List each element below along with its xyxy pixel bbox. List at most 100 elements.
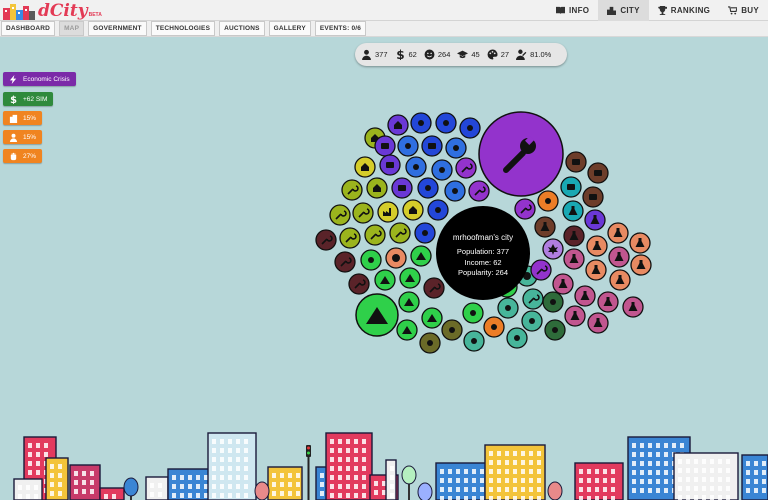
building-bubble[interactable] bbox=[341, 179, 363, 201]
building-bubble[interactable] bbox=[544, 319, 566, 341]
building-bubble[interactable] bbox=[521, 310, 543, 332]
dollar-icon: $ bbox=[10, 95, 17, 104]
building-bubble[interactable] bbox=[374, 269, 396, 291]
building-bubble[interactable] bbox=[622, 296, 644, 318]
building-bubble[interactable] bbox=[402, 199, 424, 221]
building-bubble[interactable] bbox=[497, 297, 519, 319]
building-bubble[interactable] bbox=[445, 137, 467, 159]
building-bubble[interactable] bbox=[587, 312, 609, 334]
building-bubble[interactable] bbox=[417, 177, 439, 199]
building-bubble[interactable] bbox=[562, 200, 584, 222]
building-bubble[interactable] bbox=[423, 277, 445, 299]
building-bubble[interactable] bbox=[315, 229, 337, 251]
building-bubble[interactable] bbox=[587, 162, 609, 184]
svg-text:$: $ bbox=[10, 95, 17, 104]
building-bubble[interactable] bbox=[506, 327, 528, 349]
building-bubble[interactable] bbox=[563, 225, 585, 247]
large-wrench-bubble[interactable] bbox=[478, 111, 564, 197]
building-bubble[interactable] bbox=[574, 285, 596, 307]
building-bubble[interactable] bbox=[534, 216, 556, 238]
stat-population: 377 bbox=[361, 49, 388, 60]
building-bubble[interactable] bbox=[629, 232, 651, 254]
city-skyline-illustration bbox=[13, 432, 768, 500]
building-bubble[interactable] bbox=[483, 316, 505, 338]
building-bubble[interactable] bbox=[329, 204, 351, 226]
badge-label: +62 SIM bbox=[23, 95, 48, 103]
building-bubble[interactable] bbox=[421, 135, 443, 157]
building-bubble[interactable] bbox=[564, 305, 586, 327]
city-income: Income: 62 bbox=[464, 257, 502, 267]
city-summary: Population: 377 Income: 62 Popularity: 2… bbox=[436, 247, 530, 279]
building-bubble[interactable] bbox=[377, 201, 399, 223]
event-economic-crisis-badge[interactable]: Economic Crisis bbox=[3, 72, 76, 86]
building-bubble[interactable] bbox=[379, 154, 401, 176]
fist-icon bbox=[10, 152, 17, 160]
building-bubble[interactable] bbox=[585, 259, 607, 281]
building-bubble[interactable] bbox=[584, 209, 606, 231]
building-bubble[interactable] bbox=[374, 135, 396, 157]
building-bubble[interactable] bbox=[552, 273, 574, 295]
building-bubble[interactable] bbox=[630, 254, 652, 276]
building-bubble[interactable] bbox=[427, 199, 449, 221]
building-bubble[interactable] bbox=[387, 114, 409, 136]
building-bubble[interactable] bbox=[391, 177, 413, 199]
building-bubble[interactable] bbox=[334, 251, 356, 273]
building-bubble[interactable] bbox=[444, 180, 466, 202]
building-bubble[interactable] bbox=[563, 248, 585, 270]
building-bubble[interactable] bbox=[397, 135, 419, 157]
city-stats-bar: 377 $ 62 264 45 27 81.0% bbox=[355, 43, 567, 66]
building-bubble[interactable] bbox=[354, 156, 376, 178]
building-bubble[interactable] bbox=[514, 198, 536, 220]
fist-bonus-badge[interactable]: 27% bbox=[3, 149, 43, 163]
skyline-building bbox=[207, 432, 257, 500]
building-bubble[interactable] bbox=[468, 180, 490, 202]
worker-icon bbox=[9, 133, 18, 142]
building-bubble[interactable] bbox=[339, 227, 361, 249]
building-bubble[interactable] bbox=[542, 291, 564, 313]
building-bubble[interactable] bbox=[396, 319, 418, 341]
building-bonus-badge[interactable]: 15% bbox=[3, 111, 43, 125]
building-bubble[interactable] bbox=[565, 151, 587, 173]
building-bubble[interactable] bbox=[421, 307, 443, 329]
building-bubble[interactable] bbox=[364, 224, 386, 246]
stat-education: 45 bbox=[457, 49, 480, 60]
building-bubble[interactable] bbox=[360, 249, 382, 271]
building-bubble[interactable] bbox=[462, 302, 484, 324]
building-bubble[interactable] bbox=[609, 269, 631, 291]
city-popularity: Popularity: 264 bbox=[457, 268, 509, 277]
building-bubble[interactable] bbox=[608, 246, 630, 268]
building-bubble[interactable] bbox=[389, 222, 411, 244]
building-bubble[interactable] bbox=[582, 186, 604, 208]
building-bubble[interactable] bbox=[542, 238, 564, 260]
building-bubble[interactable] bbox=[366, 177, 388, 199]
building-bubble[interactable] bbox=[431, 159, 453, 181]
skyline-tree bbox=[417, 482, 433, 500]
building-bubble[interactable] bbox=[405, 156, 427, 178]
building-bubble[interactable] bbox=[455, 157, 477, 179]
building-bubble[interactable] bbox=[560, 176, 582, 198]
building-bubble[interactable] bbox=[530, 259, 552, 281]
building-bubble[interactable] bbox=[441, 319, 463, 341]
building-bubble[interactable] bbox=[459, 117, 481, 139]
skyline-building bbox=[574, 462, 624, 500]
building-bubble[interactable] bbox=[398, 291, 420, 313]
building-bubble[interactable] bbox=[537, 190, 559, 212]
building-bubble[interactable] bbox=[399, 267, 421, 289]
building-bubble[interactable] bbox=[348, 273, 370, 295]
building-bubble[interactable] bbox=[435, 112, 457, 134]
building-bubble[interactable] bbox=[419, 332, 441, 354]
building-bubble[interactable] bbox=[410, 245, 432, 267]
building-bubble[interactable] bbox=[410, 112, 432, 134]
building-bubble[interactable] bbox=[607, 222, 629, 244]
building-bubble[interactable] bbox=[586, 235, 608, 257]
worker-bonus-badge[interactable]: 15% bbox=[3, 130, 43, 144]
building-bubble[interactable] bbox=[352, 202, 374, 224]
building-bubble[interactable] bbox=[414, 222, 436, 244]
building-bubble[interactable] bbox=[522, 288, 544, 310]
building-bubble[interactable] bbox=[385, 247, 407, 269]
stat-education-value: 45 bbox=[471, 50, 480, 59]
income-badge[interactable]: $ +62 SIM bbox=[3, 92, 54, 106]
large-tent-bubble[interactable] bbox=[355, 293, 399, 337]
building-bubble[interactable] bbox=[463, 330, 485, 352]
building-bubble[interactable] bbox=[597, 291, 619, 313]
